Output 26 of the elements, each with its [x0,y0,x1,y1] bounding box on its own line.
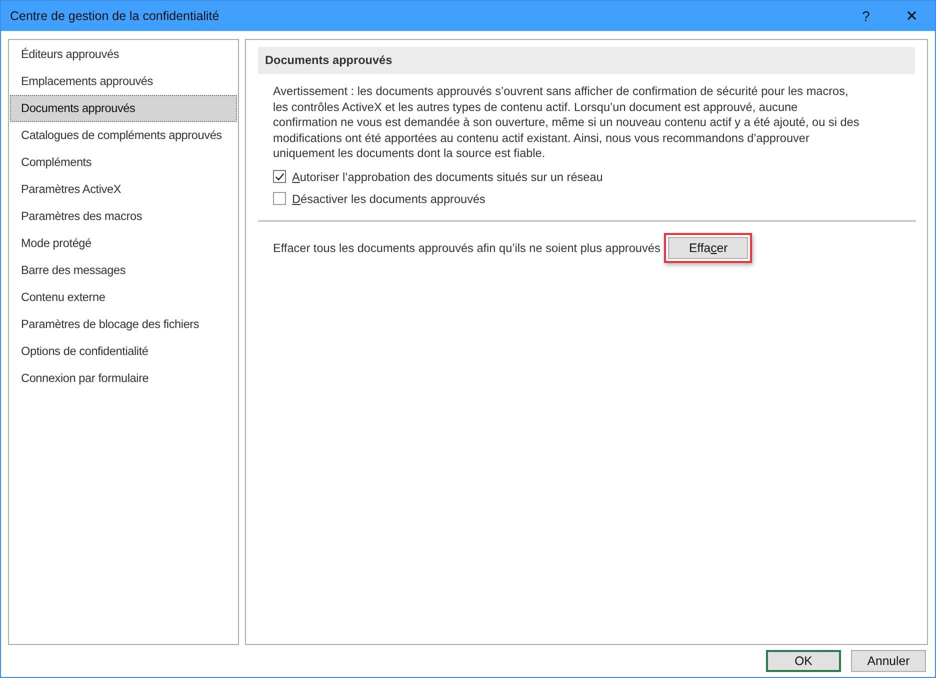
sidebar-item[interactable]: Mode protégé [10,230,237,257]
sidebar-item[interactable]: Barre des messages [10,257,237,284]
sidebar-item[interactable]: Éditeurs approuvés [10,41,237,68]
sidebar-item[interactable]: Paramètres de blocage des fichiers [10,311,237,338]
sidebar-item[interactable]: Contenu externe [10,284,237,311]
checkbox-label[interactable]: Autoriser l’approbation des documents situés sur un réseau [292,170,603,184]
sidebar-item[interactable]: Paramètres des macros [10,203,237,230]
sidebar-item[interactable]: Catalogues de compléments approuvés [10,122,237,149]
sidebar-item[interactable]: Connexion par formulaire [10,365,237,392]
sidebar-item[interactable]: Documents approuvés [10,95,237,122]
sidebar-item[interactable]: Paramètres ActiveX [10,176,237,203]
cancel-button[interactable]: Annuler [851,650,926,672]
warning-text: Avertissement : les documents approuvés s’ouvrent sans afficher de confirmation de sécurité pour les macros, les contrôles ActiveX et les autres types de contenu actif. Lorsqu’un document est approuvé, aucune confirmation ne vous est demandée à son ouverture, même si un nouveau contenu actif y a été ajouté, ou si des modifications ont été apportées au contenu actif existant. Ainsi, nous vous recommandons d’approuver uniquement les documents dont la source est fiable. [273,84,860,162]
window-title: Centre de gestion de la confidentialité [10,9,220,23]
clear-button[interactable]: Effacer [668,236,748,258]
section-heading: Documents approuvés [258,47,915,74]
checkbox[interactable] [273,170,286,183]
sidebar-item[interactable]: Compléments [10,149,237,176]
clear-description: Effacer tous les documents approuvés afin qu’ils ne soient plus approuvés [273,240,660,254]
ok-button[interactable]: OK [766,650,841,672]
sidebar-item[interactable]: Emplacements approuvés [10,68,237,95]
checkbox-label[interactable]: Désactiver les documents approuvés [292,192,486,206]
help-button[interactable]: ? [843,1,889,31]
close-button[interactable]: ✕ [889,1,935,31]
checkbox[interactable] [273,192,286,205]
sidebar-item[interactable]: Options de confidentialité [10,338,237,365]
